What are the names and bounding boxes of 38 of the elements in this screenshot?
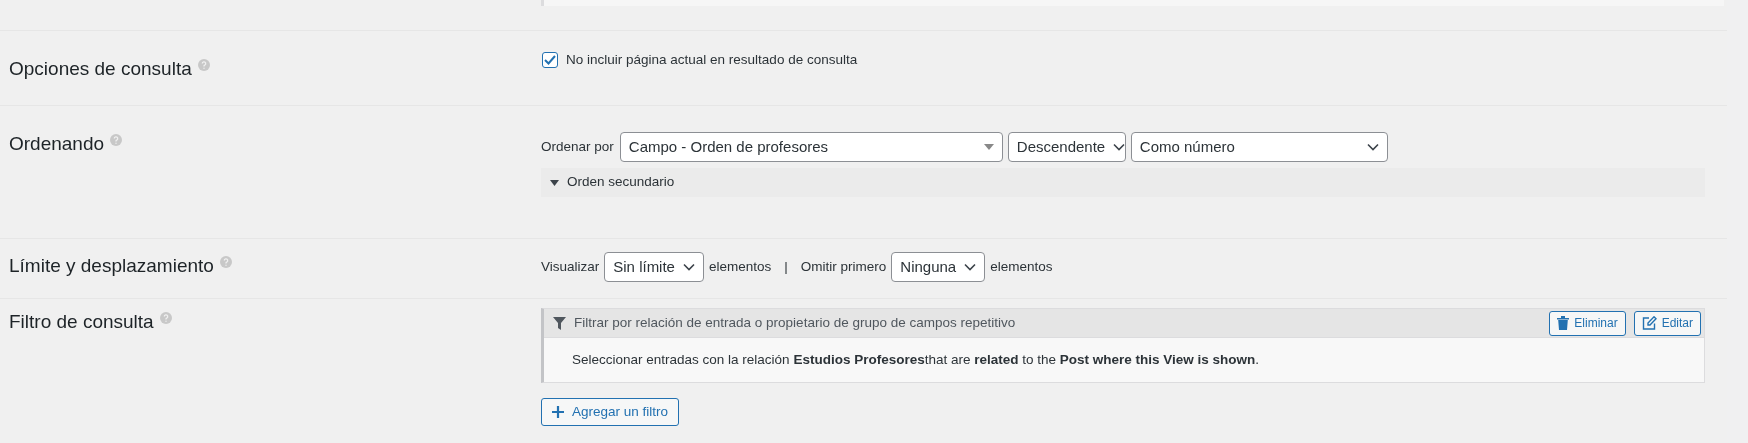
help-icon [219, 256, 232, 268]
caret-down-icon [983, 144, 994, 150]
section-label: Filtro de consulta [9, 310, 154, 334]
unit-label: elementos [990, 257, 1053, 276]
select-field[interactable]: Campo - Orden de profesores [619, 132, 1003, 162]
help-icon [159, 312, 172, 324]
help-icon [110, 134, 123, 146]
chevron-down-icon [1113, 143, 1126, 151]
select-field[interactable]: Ninguna [891, 252, 986, 282]
filter-icon [553, 316, 566, 330]
trash-icon [1557, 316, 1570, 330]
checkbox-label: No incluir página actual en resultado de consulta [566, 51, 858, 69]
caret-icon [550, 179, 559, 186]
plus-icon [552, 406, 564, 418]
section-label: Opciones de consulta [9, 57, 192, 81]
edit-button[interactable]: Editar [1633, 310, 1701, 336]
pencil-square-icon [1641, 316, 1657, 330]
select-field[interactable]: Descendente [1007, 132, 1126, 162]
section-label: Ordenando [9, 132, 105, 156]
order-by-label: Ordenar por [541, 137, 614, 156]
section-label: Límite y desplazamiento [9, 254, 214, 278]
unit-label: elementos [708, 257, 772, 276]
filter-title: Filtrar por relación de entrada o propietario de grupo de campos repetitivo [574, 313, 1017, 332]
filter-description: Seleccionar entradas con la relación Estudios Profesoresthat are related to the Post where this View is shown. [572, 350, 1260, 369]
limit-label: Visualizar [541, 257, 600, 276]
secondary-order-toggle[interactable]: Orden secundario [541, 168, 1705, 197]
delete-button[interactable]: Eliminar [1549, 310, 1626, 336]
chevron-down-icon [1366, 143, 1379, 151]
limit-label: Omitir primero [800, 257, 887, 276]
select-field[interactable]: Como número [1130, 132, 1388, 162]
separator: | [784, 257, 788, 276]
help-icon [197, 59, 210, 71]
chevron-down-icon [682, 263, 695, 271]
chevron-down-icon [964, 263, 977, 271]
checkbox[interactable] [542, 52, 558, 69]
select-field[interactable]: Sin límite [604, 252, 704, 282]
checkmark-icon [544, 55, 556, 66]
add-filter-button[interactable]: Agregar un filtro [541, 398, 680, 426]
